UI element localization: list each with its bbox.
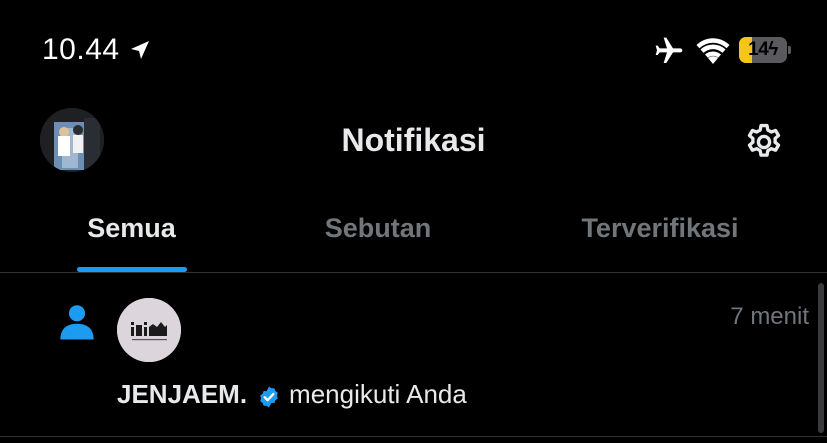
tab-label: Sebutan: [324, 213, 432, 243]
notification-action: mengikuti Anda: [289, 379, 467, 409]
active-tab-indicator: [77, 267, 187, 272]
airplane-icon: [652, 35, 686, 67]
battery-level: 14ϟ: [748, 39, 778, 60]
notification-text: JENJAEM. mengikuti Anda: [117, 376, 467, 412]
time-group: 10.44: [42, 30, 152, 70]
tab-terverifikasi[interactable]: Terverifikasi: [520, 200, 800, 272]
divider: [0, 436, 827, 437]
jenjaem-logo-avatar[interactable]: [117, 298, 181, 362]
verified-badge-icon: [257, 382, 281, 408]
status-icons: 14ϟ: [652, 31, 802, 71]
gear-icon: [747, 123, 781, 157]
status-bar: 10.44 14ϟ: [0, 0, 827, 100]
notification-time: 7 menit: [730, 303, 809, 330]
header: Notifikasi: [0, 100, 827, 180]
tab-semua[interactable]: Semua: [0, 200, 263, 272]
tab-bar: Semua Sebutan Terverifikasi: [0, 200, 827, 273]
scrollbar[interactable]: [818, 283, 824, 433]
tab-label: Terverifikasi: [581, 213, 739, 243]
notification-item[interactable]: 7 menit JENJAEM. mengikuti Anda: [0, 273, 827, 443]
settings-button[interactable]: [740, 118, 788, 166]
person-icon: [56, 301, 98, 343]
battery-icon: 14ϟ: [739, 37, 791, 63]
battery-body: 14ϟ: [739, 37, 787, 63]
clock: 10.44: [42, 33, 120, 66]
tab-sebutan[interactable]: Sebutan: [263, 200, 493, 272]
wifi-icon: [696, 37, 730, 65]
username-link[interactable]: JENJAEM.: [117, 376, 247, 412]
page-title: Notifikasi: [341, 122, 486, 158]
location-arrow-icon: [128, 38, 152, 62]
tab-label: Semua: [87, 213, 176, 243]
battery-cap: [788, 46, 791, 54]
